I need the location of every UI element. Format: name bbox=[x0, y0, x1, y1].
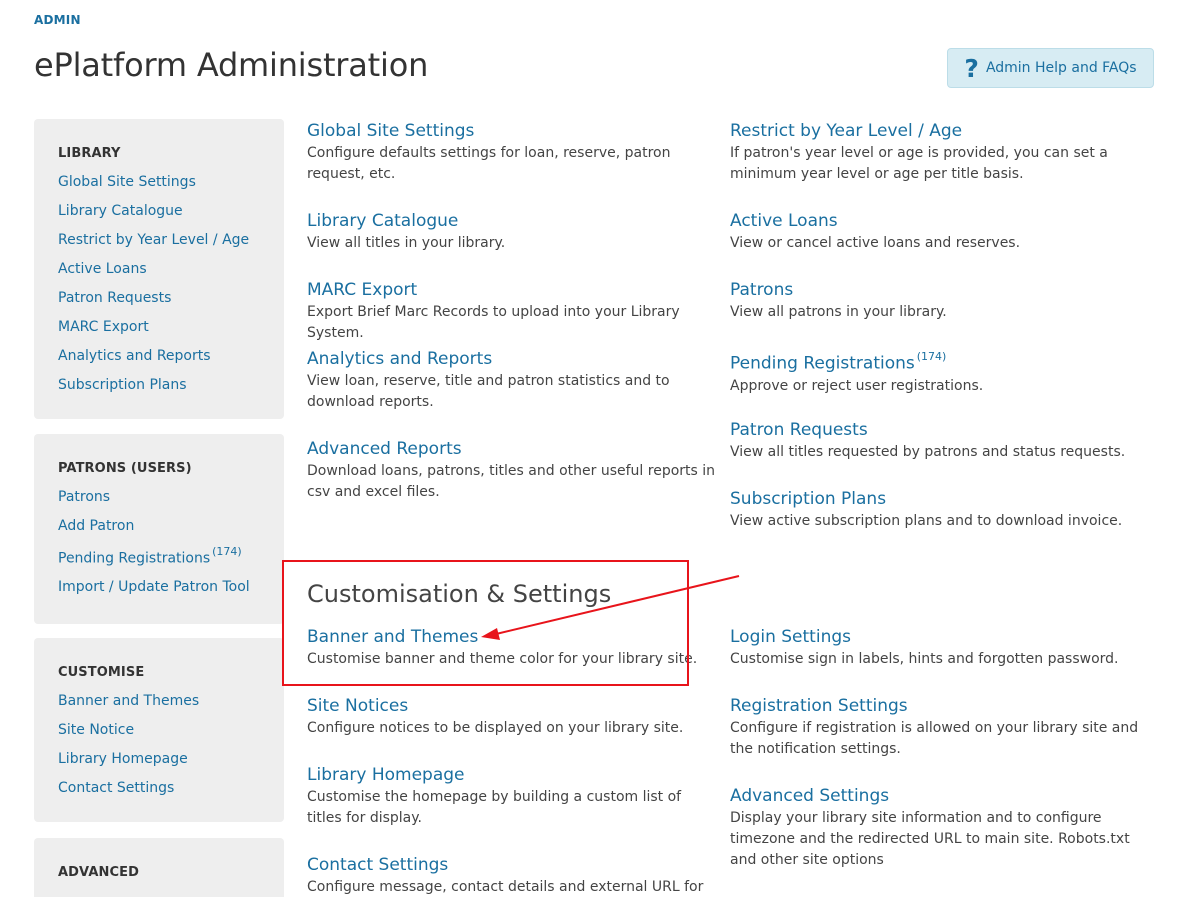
item-description: View loan, reserve, title and patron sta… bbox=[307, 373, 670, 410]
item-title-link[interactable]: MARC Export bbox=[307, 279, 717, 301]
admin-help-label: Admin Help and FAQs bbox=[985, 60, 1137, 76]
custom-item-registration-settings: Registration Settings Configure if regis… bbox=[730, 695, 1150, 760]
sidebar-patrons-card: PATRONS (USERS) Patrons Add Patron Pendi… bbox=[34, 434, 284, 624]
item-description: View all titles in your library. bbox=[307, 235, 506, 251]
custom-item-advanced-settings: Advanced Settings Display your library s… bbox=[730, 785, 1150, 871]
item-description: Configure message, contact details and e… bbox=[307, 879, 704, 895]
item-title-link[interactable]: Login Settings bbox=[730, 626, 1150, 648]
sidebar-item-library-homepage[interactable]: Library Homepage bbox=[58, 751, 188, 767]
customisation-heading: Customisation & Settings bbox=[307, 580, 612, 608]
item-title-link[interactable]: Advanced Reports bbox=[307, 438, 717, 460]
sidebar-item-analytics-and-reports[interactable]: Analytics and Reports bbox=[58, 348, 211, 364]
admin-page: ADMIN ePlatform Administration ? Admin H… bbox=[0, 0, 1184, 897]
custom-item-contact-settings: Contact Settings Configure message, cont… bbox=[307, 854, 717, 897]
item-title-link[interactable]: Library Homepage bbox=[307, 764, 717, 786]
custom-item-site-notices: Site Notices Configure notices to be dis… bbox=[307, 695, 717, 739]
item-title-link[interactable]: Analytics and Reports bbox=[307, 348, 717, 370]
sidebar-heading-patrons: PATRONS (USERS) bbox=[58, 461, 192, 476]
item-description: View active subscription plans and to do… bbox=[730, 513, 1123, 529]
custom-item-library-homepage: Library Homepage Customise the homepage … bbox=[307, 764, 717, 829]
sidebar-item-site-notice[interactable]: Site Notice bbox=[58, 722, 134, 738]
sidebar-item-contact-settings[interactable]: Contact Settings bbox=[58, 780, 174, 796]
custom-item-banner-and-themes: Banner and Themes Customise banner and t… bbox=[307, 626, 717, 670]
question-mark-icon: ? bbox=[964, 53, 979, 83]
library-item-global-site-settings: Global Site Settings Configure defaults … bbox=[307, 120, 717, 185]
sidebar-item-subscription-plans[interactable]: Subscription Plans bbox=[58, 377, 187, 393]
item-description: Customise banner and theme color for you… bbox=[307, 651, 698, 667]
sidebar-heading-advanced: ADVANCED bbox=[58, 865, 139, 880]
item-title-link[interactable]: Contact Settings bbox=[307, 854, 717, 876]
item-title-link[interactable]: Patron Requests bbox=[730, 419, 1150, 441]
sidebar-customise-card: CUSTOMISE Banner and Themes Site Notice … bbox=[34, 638, 284, 822]
library-item-library-catalogue: Library Catalogue View all titles in you… bbox=[307, 210, 717, 254]
sidebar-item-import-update-patron-tool[interactable]: Import / Update Patron Tool bbox=[58, 579, 250, 595]
library-item-advanced-reports: Advanced Reports Download loans, patrons… bbox=[307, 438, 717, 503]
item-description: Download loans, patrons, titles and othe… bbox=[307, 463, 716, 500]
library-item-marc-export: MARC Export Export Brief Marc Records to… bbox=[307, 279, 717, 344]
sidebar-item-global-site-settings[interactable]: Global Site Settings bbox=[58, 174, 196, 190]
item-title-link[interactable]: Global Site Settings bbox=[307, 120, 717, 142]
pending-count-badge: (174) bbox=[212, 545, 242, 558]
sidebar-library-card: LIBRARY Global Site Settings Library Cat… bbox=[34, 119, 284, 419]
library-item-restrict-by-year-level: Restrict by Year Level / Age If patron's… bbox=[730, 120, 1150, 185]
item-description: Configure notices to be displayed on you… bbox=[307, 720, 684, 736]
item-description: Configure if registration is allowed on … bbox=[730, 720, 1139, 757]
sidebar-item-active-loans[interactable]: Active Loans bbox=[58, 261, 147, 277]
pending-count-badge: (174) bbox=[916, 350, 947, 363]
item-title-link[interactable]: Site Notices bbox=[307, 695, 717, 717]
item-title-link[interactable]: Active Loans bbox=[730, 210, 1150, 232]
sidebar-heading-library: LIBRARY bbox=[58, 146, 121, 161]
item-description: Display your library site information an… bbox=[730, 810, 1130, 868]
item-title-link[interactable]: Registration Settings bbox=[730, 695, 1150, 717]
item-title-link[interactable]: Advanced Settings bbox=[730, 785, 1150, 807]
library-item-active-loans: Active Loans View or cancel active loans… bbox=[730, 210, 1150, 254]
sidebar-item-patrons[interactable]: Patrons bbox=[58, 489, 110, 505]
item-description: View or cancel active loans and reserves… bbox=[730, 235, 1021, 251]
sidebar-item-library-catalogue[interactable]: Library Catalogue bbox=[58, 203, 183, 219]
sidebar-item-restrict-by-year-level[interactable]: Restrict by Year Level / Age bbox=[58, 232, 249, 248]
item-description: View all patrons in your library. bbox=[730, 304, 947, 320]
library-item-patron-requests: Patron Requests View all titles requeste… bbox=[730, 419, 1150, 463]
item-title-text: Pending Registrations bbox=[730, 353, 915, 374]
item-description: If patron's year level or age is provide… bbox=[730, 145, 1108, 182]
item-description: Customise sign in labels, hints and forg… bbox=[730, 651, 1119, 667]
item-title-link[interactable]: Restrict by Year Level / Age bbox=[730, 120, 1150, 142]
item-title-link[interactable]: Patrons bbox=[730, 279, 1150, 301]
sidebar-item-marc-export[interactable]: MARC Export bbox=[58, 319, 149, 335]
library-item-patrons: Patrons View all patrons in your library… bbox=[730, 279, 1150, 323]
sidebar-item-banner-and-themes[interactable]: Banner and Themes bbox=[58, 693, 199, 709]
item-description: Customise the homepage by building a cus… bbox=[307, 789, 682, 826]
item-description: Export Brief Marc Records to upload into… bbox=[307, 304, 680, 341]
sidebar-advanced-card: ADVANCED bbox=[34, 838, 284, 897]
breadcrumb[interactable]: ADMIN bbox=[34, 13, 81, 27]
item-description: Approve or reject user registrations. bbox=[730, 377, 984, 394]
item-title-link[interactable]: Library Catalogue bbox=[307, 210, 717, 232]
sidebar-heading-customise: CUSTOMISE bbox=[58, 665, 145, 680]
sidebar-item-add-patron[interactable]: Add Patron bbox=[58, 518, 134, 534]
sidebar-pending-label: Pending Registrations bbox=[58, 550, 211, 567]
item-description: Configure defaults settings for loan, re… bbox=[307, 145, 671, 182]
library-item-analytics-and-reports: Analytics and Reports View loan, reserve… bbox=[307, 348, 717, 413]
item-title-link[interactable]: Pending Registrations (174) bbox=[730, 348, 1150, 375]
library-item-subscription-plans: Subscription Plans View active subscript… bbox=[730, 488, 1150, 532]
item-description: View all titles requested by patrons and… bbox=[730, 444, 1126, 460]
page-title: ePlatform Administration bbox=[34, 46, 429, 84]
sidebar-item-pending-registrations[interactable]: Pending Registrations (174) bbox=[58, 545, 242, 567]
item-title-link[interactable]: Banner and Themes bbox=[307, 626, 717, 648]
library-item-pending-registrations: Pending Registrations (174) Approve or re… bbox=[730, 348, 1150, 397]
sidebar-item-patron-requests[interactable]: Patron Requests bbox=[58, 290, 171, 306]
admin-help-button[interactable]: ? Admin Help and FAQs bbox=[947, 48, 1154, 88]
item-title-link[interactable]: Subscription Plans bbox=[730, 488, 1150, 510]
custom-item-login-settings: Login Settings Customise sign in labels,… bbox=[730, 626, 1150, 670]
